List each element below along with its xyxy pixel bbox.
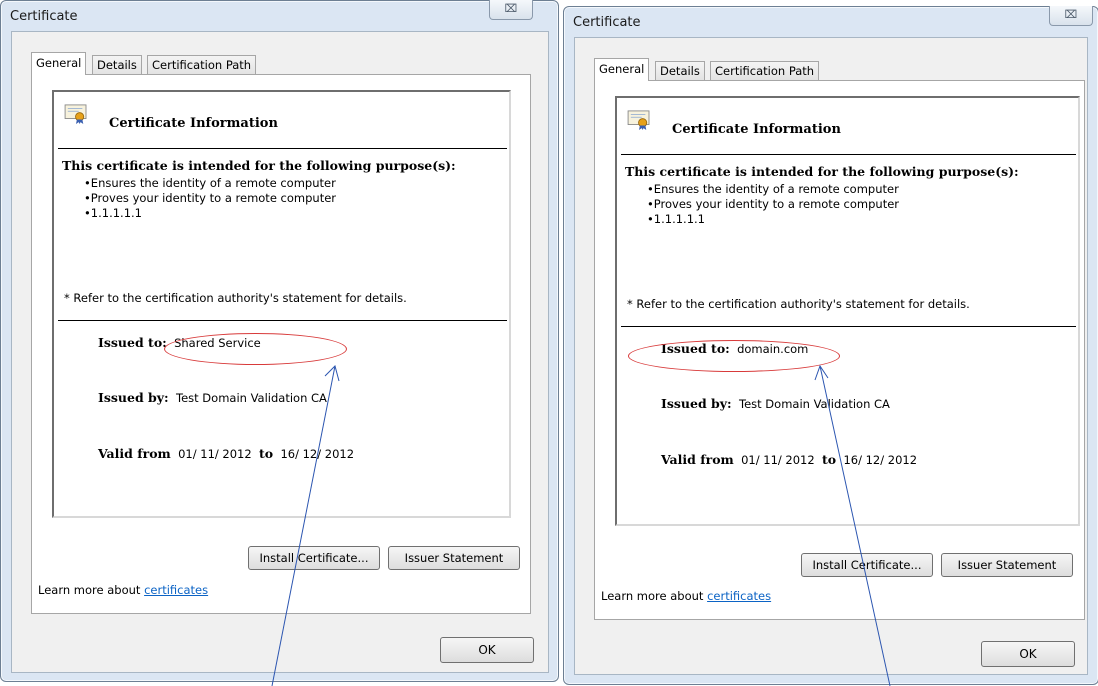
certificate-icon xyxy=(64,104,87,124)
issued-by-row: Issued by: Test Domain Validation CA xyxy=(98,390,327,405)
learn-more: Learn more about certificates xyxy=(38,583,208,597)
issuer-statement-button[interactable]: Issuer Statement xyxy=(388,546,520,570)
close-button[interactable]: ⌧ xyxy=(1049,6,1093,26)
certificate-info-box: Certificate Information This certificate… xyxy=(52,90,511,518)
issued-by-label: Issued by: xyxy=(661,396,732,411)
list-item: Proves your identity to a remote compute… xyxy=(84,191,336,206)
dialog-title: Certificate xyxy=(10,9,78,24)
close-button[interactable]: ⌧ xyxy=(489,0,533,20)
valid-to-label: to xyxy=(259,446,274,461)
tab-certification-path[interactable]: Certification Path xyxy=(147,55,257,74)
ok-button[interactable]: OK xyxy=(440,637,534,663)
header-divider xyxy=(621,154,1076,155)
valid-from-label: Valid from xyxy=(98,446,171,461)
validity-row: Valid from 01/ 11/ 2012 to 16/ 12/ 2012 xyxy=(98,446,354,461)
valid-from-value: 01/ 11/ 2012 xyxy=(178,447,252,461)
list-item: 1.1.1.1.1 xyxy=(647,212,899,227)
issued-to-label: Issued to: xyxy=(98,335,167,350)
validity-row: Valid from 01/ 11/ 2012 to 16/ 12/ 2012 xyxy=(661,452,917,467)
tab-certification-path[interactable]: Certification Path xyxy=(710,61,820,80)
certificate-info-header: Certificate Information xyxy=(672,122,841,137)
certificate-info-box: Certificate Information This certificate… xyxy=(615,96,1080,526)
tab-general[interactable]: General xyxy=(594,58,650,81)
tab-details[interactable]: Details xyxy=(655,61,705,80)
issued-by-value: Test Domain Validation CA xyxy=(176,391,327,405)
dialog-title: Certificate xyxy=(573,15,641,30)
valid-to-value: 16/ 12/ 2012 xyxy=(280,447,355,461)
purpose-list: Ensures the identity of a remote compute… xyxy=(647,182,899,227)
certificate-info-header: Certificate Information xyxy=(109,116,278,131)
refer-note: * Refer to the certification authority's… xyxy=(627,297,970,311)
valid-from-label: Valid from xyxy=(661,452,734,467)
certificate-dialog-right: Certificate ⌧ General Details Certificat… xyxy=(563,6,1098,685)
purpose-list: Ensures the identity of a remote compute… xyxy=(84,176,336,221)
tab-details[interactable]: Details xyxy=(92,55,142,74)
learn-more: Learn more about certificates xyxy=(601,589,771,603)
list-item: Proves your identity to a remote compute… xyxy=(647,197,899,212)
purpose-heading: This certificate is intended for the fol… xyxy=(62,158,456,173)
install-certificate-button[interactable]: Install Certificate... xyxy=(801,553,933,577)
valid-from-value: 01/ 11/ 2012 xyxy=(741,453,815,467)
install-certificate-button[interactable]: Install Certificate... xyxy=(248,546,380,570)
details-divider xyxy=(58,320,507,321)
issued-to-highlight-left xyxy=(164,333,347,365)
issued-by-label: Issued by: xyxy=(98,390,169,405)
certificates-link[interactable]: certificates xyxy=(144,583,208,597)
certificate-icon xyxy=(627,110,650,130)
issued-by-value: Test Domain Validation CA xyxy=(739,397,890,411)
valid-to-label: to xyxy=(822,452,837,467)
details-divider xyxy=(621,326,1076,327)
list-item: Ensures the identity of a remote compute… xyxy=(84,176,336,191)
valid-to-value: 16/ 12/ 2012 xyxy=(843,453,918,467)
issued-by-row: Issued by: Test Domain Validation CA xyxy=(661,396,890,411)
close-icon: ⌧ xyxy=(504,2,518,15)
list-item: Ensures the identity of a remote compute… xyxy=(647,182,899,197)
certificates-link[interactable]: certificates xyxy=(707,589,771,603)
header-divider xyxy=(58,148,507,149)
issued-to-highlight-right xyxy=(628,340,840,372)
purpose-heading: This certificate is intended for the fol… xyxy=(625,164,1019,179)
tab-general[interactable]: General xyxy=(31,52,87,75)
list-item: 1.1.1.1.1 xyxy=(84,206,336,221)
learn-more-text: Learn more about xyxy=(38,583,141,597)
learn-more-text: Learn more about xyxy=(601,589,704,603)
issuer-statement-button[interactable]: Issuer Statement xyxy=(941,553,1073,577)
ok-button[interactable]: OK xyxy=(981,641,1075,667)
close-icon: ⌧ xyxy=(1064,8,1078,21)
refer-note: * Refer to the certification authority's… xyxy=(64,291,407,305)
